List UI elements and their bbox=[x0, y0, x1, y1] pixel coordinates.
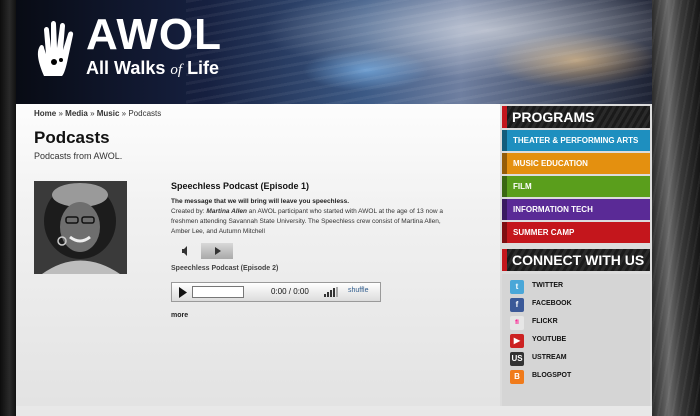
podcast-author-photo[interactable] bbox=[34, 181, 127, 274]
right-frame-texture bbox=[652, 0, 700, 416]
created-by-label: Created by: bbox=[171, 208, 207, 215]
play-icon bbox=[215, 247, 221, 255]
page-description: Podcasts from AWOL. bbox=[34, 151, 123, 161]
speaker-icon[interactable] bbox=[181, 246, 191, 256]
social-label: BLOGSPOT bbox=[532, 372, 572, 379]
audio-player[interactable]: 0:00 / 0:00 shuffle bbox=[171, 282, 381, 302]
page-title: Podcasts bbox=[34, 128, 110, 147]
breadcrumb-home[interactable]: Home bbox=[34, 109, 56, 118]
program-summer-camp[interactable]: SUMMER CAMP bbox=[502, 222, 650, 243]
play-button-icon[interactable] bbox=[178, 287, 188, 298]
progress-bar[interactable] bbox=[192, 286, 244, 298]
breadcrumb-sep: » bbox=[58, 109, 63, 118]
program-music-education[interactable]: MUSIC EDUCATION bbox=[502, 153, 650, 174]
footer-bar bbox=[16, 406, 652, 416]
episode-description: Created by: Martina Allen an AWOL partic… bbox=[171, 207, 461, 237]
header-banner-image bbox=[186, 0, 652, 104]
connect-heading: CONNECT WITH US bbox=[502, 249, 650, 271]
player-time: 0:00 / 0:00 bbox=[271, 287, 309, 296]
site-header: AWOL All Walks of Life bbox=[16, 0, 652, 104]
left-frame bbox=[0, 0, 16, 416]
mini-audio-player[interactable] bbox=[171, 243, 233, 259]
logo-title[interactable]: AWOL bbox=[86, 10, 222, 60]
facebook-icon: f bbox=[510, 298, 524, 312]
episode-title: Speechless Podcast (Episode 1) bbox=[171, 181, 310, 191]
program-theater[interactable]: THEATER & PERFORMING ARTS bbox=[502, 130, 650, 151]
social-links: t TWITTER f FACEBOOK fl FLICKR ▶ YOUTUBE… bbox=[502, 274, 650, 416]
programs-heading: PROGRAMS bbox=[502, 106, 650, 128]
breadcrumb-music[interactable]: Music bbox=[97, 109, 120, 118]
hand-logo-icon[interactable] bbox=[34, 18, 78, 78]
breadcrumb-media[interactable]: Media bbox=[65, 109, 88, 118]
breadcrumb-sep: » bbox=[90, 109, 95, 118]
player-track-label: Speechless Podcast (Episode 2) bbox=[171, 265, 279, 272]
more-link[interactable]: more bbox=[171, 312, 188, 319]
blogger-icon: B bbox=[510, 370, 524, 384]
episode-author: Martina Allen bbox=[206, 208, 247, 215]
program-film[interactable]: FILM bbox=[502, 176, 650, 197]
twitter-icon: t bbox=[510, 280, 524, 294]
shuffle-button[interactable]: shuffle bbox=[348, 287, 369, 294]
social-label: FACEBOOK bbox=[532, 300, 572, 307]
youtube-icon: ▶ bbox=[510, 334, 524, 348]
volume-bars-icon[interactable] bbox=[324, 287, 340, 297]
flickr-icon: fl bbox=[510, 316, 524, 330]
breadcrumb-current: Podcasts bbox=[128, 109, 162, 118]
sidebar: PROGRAMS THEATER & PERFORMING ARTS MUSIC… bbox=[500, 104, 652, 416]
ustream-icon: US bbox=[510, 352, 524, 366]
author-portrait-image bbox=[34, 181, 127, 274]
main-content: Home » Media » Music » Podcasts Podcasts… bbox=[16, 104, 500, 416]
social-label: USTREAM bbox=[532, 354, 567, 361]
mini-play-button[interactable] bbox=[201, 243, 233, 259]
social-label: TWITTER bbox=[532, 282, 564, 289]
logo-sub-post: Life bbox=[187, 58, 220, 78]
social-label: FLICKR bbox=[532, 318, 558, 325]
episode-tagline: The message that we will bring will leav… bbox=[171, 198, 350, 205]
logo-subtitle[interactable]: All Walks of Life bbox=[86, 58, 219, 80]
breadcrumb-sep: » bbox=[121, 109, 127, 118]
logo-sub-pre: All Walks bbox=[86, 58, 166, 78]
breadcrumb: Home » Media » Music » Podcasts bbox=[34, 109, 161, 118]
social-label: YOUTUBE bbox=[532, 336, 567, 343]
program-information-tech[interactable]: INFORMATION TECH bbox=[502, 199, 650, 220]
logo-sub-of: of bbox=[170, 62, 183, 78]
